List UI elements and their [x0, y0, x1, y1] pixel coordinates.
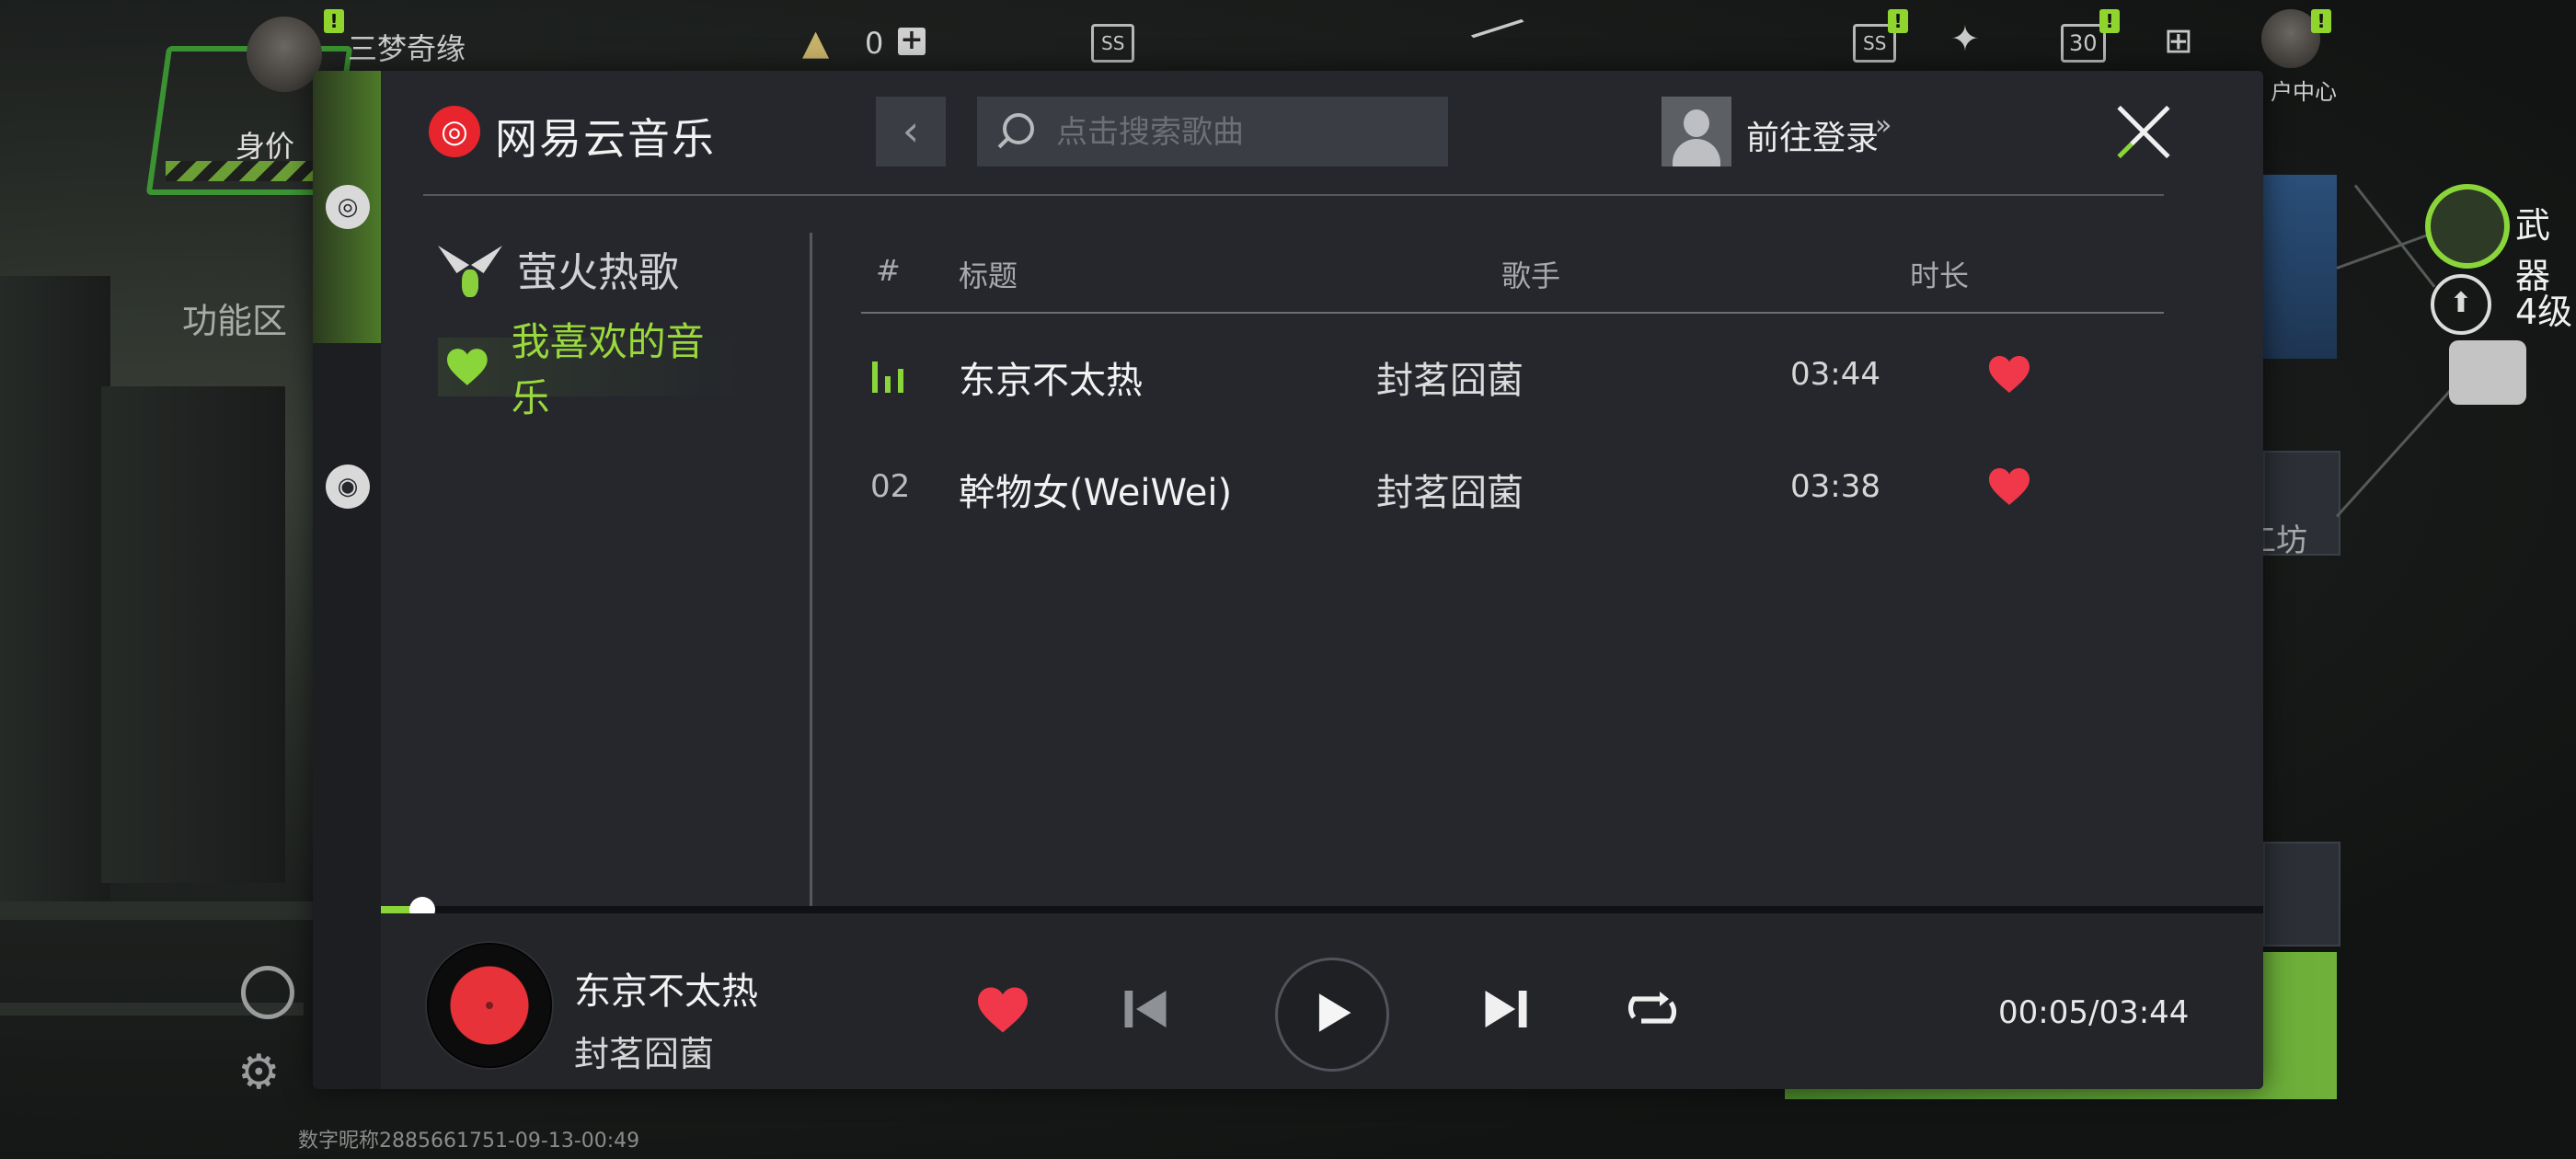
gold-triangle-icon: ▲ — [802, 22, 830, 63]
vinyl-disc-icon — [427, 943, 552, 1068]
now-playing-title: 东京不太热 — [574, 970, 758, 1013]
function-area-label[interactable]: 功能区 — [182, 293, 287, 343]
alert-badge: ! — [2311, 9, 2331, 33]
heart-icon — [446, 349, 488, 385]
wing-left — [438, 246, 469, 273]
currency-amount: 0 — [865, 26, 884, 61]
like-button[interactable] — [975, 985, 1030, 1035]
now-playing-artist: 封茗囧菌 — [574, 1034, 715, 1074]
playback-progress-bar[interactable] — [381, 897, 2263, 923]
avatar-head — [1684, 109, 1709, 137]
song-row[interactable]: 东京不太热 封茗囧菌 03:44 — [861, 327, 2164, 428]
song-row[interactable]: 02 幹物女(WeiWei) 封茗囧菌 03:38 — [861, 439, 2164, 540]
battle-pass-icon[interactable]: SS — [1091, 24, 1135, 63]
column-header-num: # — [876, 253, 901, 288]
bg-pillar — [0, 276, 110, 920]
song-artist: 封茗囧菌 — [1376, 472, 1524, 514]
bg-stripe — [0, 901, 313, 920]
playback-time: 00:05/03:44 — [1998, 994, 2190, 1031]
settings-gear-icon[interactable]: ⚙ — [237, 1045, 281, 1100]
column-header-title: 标题 — [959, 258, 1018, 293]
now-playing-equalizer-icon — [872, 361, 909, 393]
song-title: 东京不太热 — [959, 360, 1143, 402]
song-duration: 03:44 — [1790, 356, 1880, 393]
song-duration: 03:38 — [1790, 468, 1880, 505]
add-currency-button[interactable]: + — [898, 27, 926, 55]
song-title: 幹物女(WeiWei) — [959, 472, 1233, 514]
bg-pillar — [101, 386, 285, 883]
alert-badge: ! — [324, 9, 344, 33]
login-avatar-icon[interactable] — [1662, 97, 1731, 166]
nav-my-favorites[interactable]: 我喜欢的音乐 — [438, 319, 742, 420]
search-bar[interactable] — [977, 97, 1448, 168]
lock-icon — [2449, 340, 2526, 405]
column-header-artist: 歌手 — [1501, 258, 1561, 293]
user-center-label: 户中心 — [2271, 79, 2337, 105]
alert-badge: ! — [2099, 9, 2120, 33]
player-name: 三梦奇缘 — [348, 31, 466, 66]
netease-logo-icon: ◎ — [429, 106, 480, 157]
avatar-body — [1673, 139, 1720, 166]
ticket-icon[interactable]: ✦ — [1950, 18, 1980, 59]
level-label: 4级 — [2515, 292, 2573, 332]
heart-icon[interactable] — [1987, 466, 2031, 507]
heart-icon[interactable] — [1987, 354, 2031, 395]
bg-line — [2335, 378, 2461, 518]
bg-map-thumbnail — [2263, 175, 2337, 359]
nav-my-favorites-label: 我喜欢的音乐 — [511, 319, 705, 420]
player-avatar[interactable] — [247, 17, 322, 92]
skip-next-icon[interactable] — [1483, 985, 1529, 1033]
status-label: 身价 — [236, 129, 295, 164]
bg-v-tile — [2263, 842, 2340, 947]
header-divider — [423, 194, 2164, 196]
wing-right — [471, 246, 502, 273]
column-header-duration: 时长 — [1910, 258, 1970, 293]
song-number: 02 — [870, 468, 911, 505]
upgrade-arrow-icon[interactable]: ⬆ — [2431, 274, 2491, 335]
search-input[interactable] — [1054, 97, 1435, 168]
record-player-tab-icon[interactable]: ◉ — [326, 465, 370, 509]
play-button[interactable] — [1275, 958, 1389, 1072]
back-button[interactable]: ‹ — [876, 97, 946, 166]
repeat-icon[interactable] — [1623, 987, 1682, 1033]
song-artist: 封茗囧菌 — [1376, 360, 1524, 402]
skip-previous-icon[interactable] — [1122, 985, 1168, 1033]
nav-hot-songs-label: 萤火热歌 — [517, 249, 679, 296]
weapon-icon[interactable] — [2425, 184, 2510, 269]
music-player-dialog: ◎ ◉ ◎ 网易云音乐 ‹ 前往登录 » 萤火热歌 我喜欢的音乐 # 标题 歌手… — [313, 71, 2263, 1089]
wing-core — [462, 270, 478, 297]
login-link[interactable]: 前往登录 — [1746, 111, 1879, 159]
firefly-wing-icon — [438, 236, 502, 301]
uid-watermark: 数字昵称2885661751-09-13-00:49 — [298, 1130, 640, 1153]
app-title: 网易云音乐 — [495, 114, 716, 164]
close-icon[interactable] — [2114, 102, 2173, 161]
chevron-right-icon: » — [1875, 109, 1892, 142]
alert-badge: ! — [1888, 9, 1908, 33]
netease-shortcut-icon[interactable] — [241, 966, 294, 1019]
search-icon — [1003, 113, 1034, 144]
netease-tab-icon[interactable]: ◎ — [326, 185, 370, 229]
dialog-side-rail: ◎ ◉ — [313, 71, 381, 1089]
gift-icon[interactable]: ⊞ — [2164, 20, 2193, 61]
player-bar: 东京不太热 封茗囧菌 00:05/03:44 — [381, 913, 2263, 1089]
nav-hot-songs[interactable]: 萤火热歌 — [438, 236, 679, 301]
play-icon — [1318, 993, 1351, 1032]
table-header-divider — [861, 312, 2164, 314]
nav-divider — [810, 233, 812, 954]
